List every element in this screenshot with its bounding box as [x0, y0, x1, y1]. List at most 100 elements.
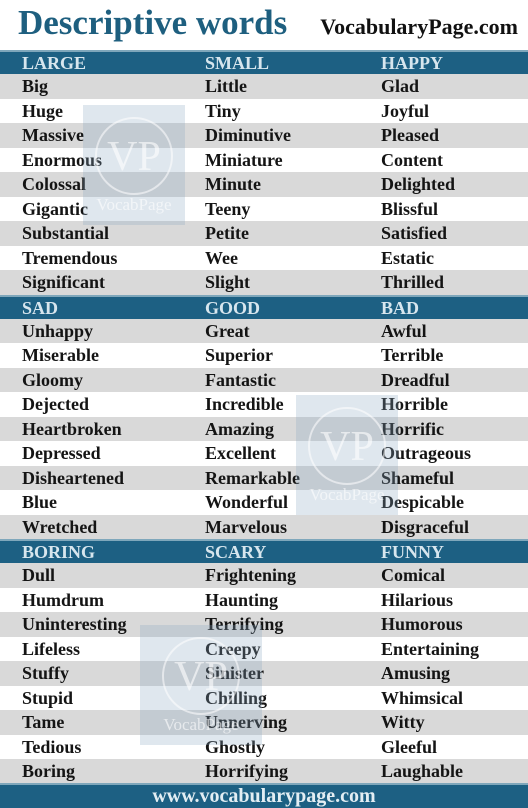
word-cell: Big: [22, 76, 49, 96]
word-cell: Disheartened: [22, 467, 124, 488]
word-cell: Content: [381, 149, 443, 170]
table-row: Stupid Chilling Whimsical: [0, 686, 528, 711]
word-section: LARGE SMALL HAPPY Big Little Glad Huge Tiny Joyf…: [0, 50, 528, 295]
word-cell: Amazing: [205, 418, 274, 439]
word-cell: Diminutive: [205, 125, 292, 145]
word-cell: Boring: [22, 761, 76, 781]
word-cell: Excellent: [205, 443, 276, 463]
word-cell: Thrilled: [381, 272, 445, 292]
table-row: Dejected Incredible Horrible: [0, 392, 528, 417]
word-cell: Gigantic: [22, 198, 88, 219]
word-cell: Enormous: [22, 149, 103, 170]
word-cell: Minute: [205, 174, 261, 194]
word-cell: Estatic: [381, 247, 434, 268]
word-cell: Wonderful: [205, 492, 289, 512]
word-cell: Laughable: [381, 761, 464, 781]
table-row: Uninteresting Terrifying Humorous: [0, 612, 528, 637]
word-cell: Ghostly: [205, 736, 266, 757]
word-cell: Satisfied: [381, 223, 448, 243]
table-row: Miserable Superior Terrible: [0, 343, 528, 368]
category-heading: SCARY: [205, 542, 267, 562]
word-cell: Uninteresting: [22, 614, 127, 634]
word-cell: Lifeless: [22, 638, 80, 659]
word-cell: Massive: [22, 125, 84, 145]
word-cell: Outrageous: [381, 443, 471, 463]
table-row: Lifeless Creepy Entertaining: [0, 637, 528, 662]
table-row: Tremendous Wee Estatic: [0, 246, 528, 271]
category-heading: FUNNY: [381, 542, 444, 562]
word-cell: Stupid: [22, 687, 74, 708]
table-row: Gigantic Teeny Blissful: [0, 197, 528, 222]
word-cell: Blue: [22, 492, 58, 512]
word-cell: Miniature: [205, 149, 283, 170]
word-cell: Glad: [381, 76, 420, 96]
word-cell: Horrifying: [205, 761, 288, 781]
category-heading: LARGE: [22, 53, 87, 73]
table-row: Humdrum Haunting Hilarious: [0, 588, 528, 613]
word-cell: Witty: [381, 712, 425, 732]
word-cell: Incredible: [205, 394, 284, 414]
word-cell: Tame: [22, 712, 65, 732]
table-row: Heartbroken Amazing Horrific: [0, 416, 528, 441]
table-row: Wretched Marvelous Disgraceful: [0, 514, 528, 539]
table-row: Stuffy Sinister Amusing: [0, 661, 528, 686]
word-cell: Entertaining: [381, 638, 480, 659]
word-cell: Dreadful: [381, 369, 450, 390]
word-cell: Tiny: [205, 100, 241, 121]
word-section: BORING SCARY FUNNY Dull Frightening Comical Hu…: [0, 539, 528, 784]
word-cell: Sinister: [205, 663, 265, 683]
word-cell: Wretched: [22, 516, 98, 537]
word-cell: Haunting: [205, 589, 279, 610]
category-heading: SMALL: [205, 53, 270, 73]
word-cell: Shameful: [381, 467, 455, 488]
word-cell: Petite: [205, 223, 249, 243]
page-title: Descriptive words: [18, 3, 288, 42]
table-row: Tedious Ghostly Gleeful: [0, 735, 528, 760]
table-row: Big Little Glad: [0, 74, 528, 99]
word-cell: Horrific: [381, 418, 444, 439]
word-cell: Great: [205, 320, 250, 341]
word-cell: Unnerving: [205, 712, 288, 732]
word-cell: Chilling: [205, 687, 268, 708]
footer-url: www.vocabularypage.com: [0, 783, 528, 808]
site-name: VocabularyPage.com: [320, 14, 518, 39]
word-cell: Tedious: [22, 736, 82, 757]
word-cell: Little: [205, 76, 247, 96]
word-cell: Teeny: [205, 198, 251, 219]
table-row: Gloomy Fantastic Dreadful: [0, 367, 528, 392]
word-cell: Horrible: [381, 394, 448, 414]
table-row: Huge Tiny Joyful: [0, 99, 528, 124]
word-cell: Substantial: [22, 223, 110, 243]
word-table: LARGE SMALL HAPPY Big Little Glad Huge Tiny Joyf…: [0, 50, 528, 784]
table-row: Massive Diminutive Pleased: [0, 123, 528, 148]
word-cell: Delighted: [381, 174, 455, 194]
word-cell: Frightening: [205, 565, 297, 585]
word-cell: Dull: [22, 565, 56, 585]
table-row: Blue Wonderful Despicable: [0, 490, 528, 515]
word-cell: Dejected: [22, 394, 89, 414]
table-row: Dull Frightening Comical: [0, 563, 528, 588]
word-cell: Unhappy: [22, 320, 94, 341]
word-cell: Remarkable: [205, 467, 300, 488]
word-cell: Hilarious: [381, 589, 454, 610]
word-cell: Terrifying: [205, 614, 284, 634]
section-header: LARGE SMALL HAPPY: [0, 50, 528, 74]
word-cell: Fantastic: [205, 369, 276, 390]
word-cell: Slight: [205, 272, 251, 292]
table-row: Disheartened Remarkable Shameful: [0, 465, 528, 490]
table-row: Enormous Miniature Content: [0, 148, 528, 173]
word-cell: Whimsical: [381, 687, 464, 708]
page-header: Descriptive words VocabularyPage.com: [0, 0, 528, 50]
category-heading: BORING: [22, 542, 96, 562]
word-cell: Significant: [22, 272, 106, 292]
table-row: Depressed Excellent Outrageous: [0, 441, 528, 466]
word-cell: Tremendous: [22, 247, 118, 268]
table-row: Boring Horrifying Laughable: [0, 759, 528, 784]
table-row: Significant Slight Thrilled: [0, 270, 528, 295]
section-header: SAD GOOD BAD: [0, 294, 528, 319]
category-heading: SAD: [22, 297, 59, 318]
category-heading: GOOD: [205, 297, 261, 318]
word-cell: Amusing: [381, 663, 451, 683]
section-header: BORING SCARY FUNNY: [0, 539, 528, 563]
word-cell: Awful: [381, 320, 427, 341]
